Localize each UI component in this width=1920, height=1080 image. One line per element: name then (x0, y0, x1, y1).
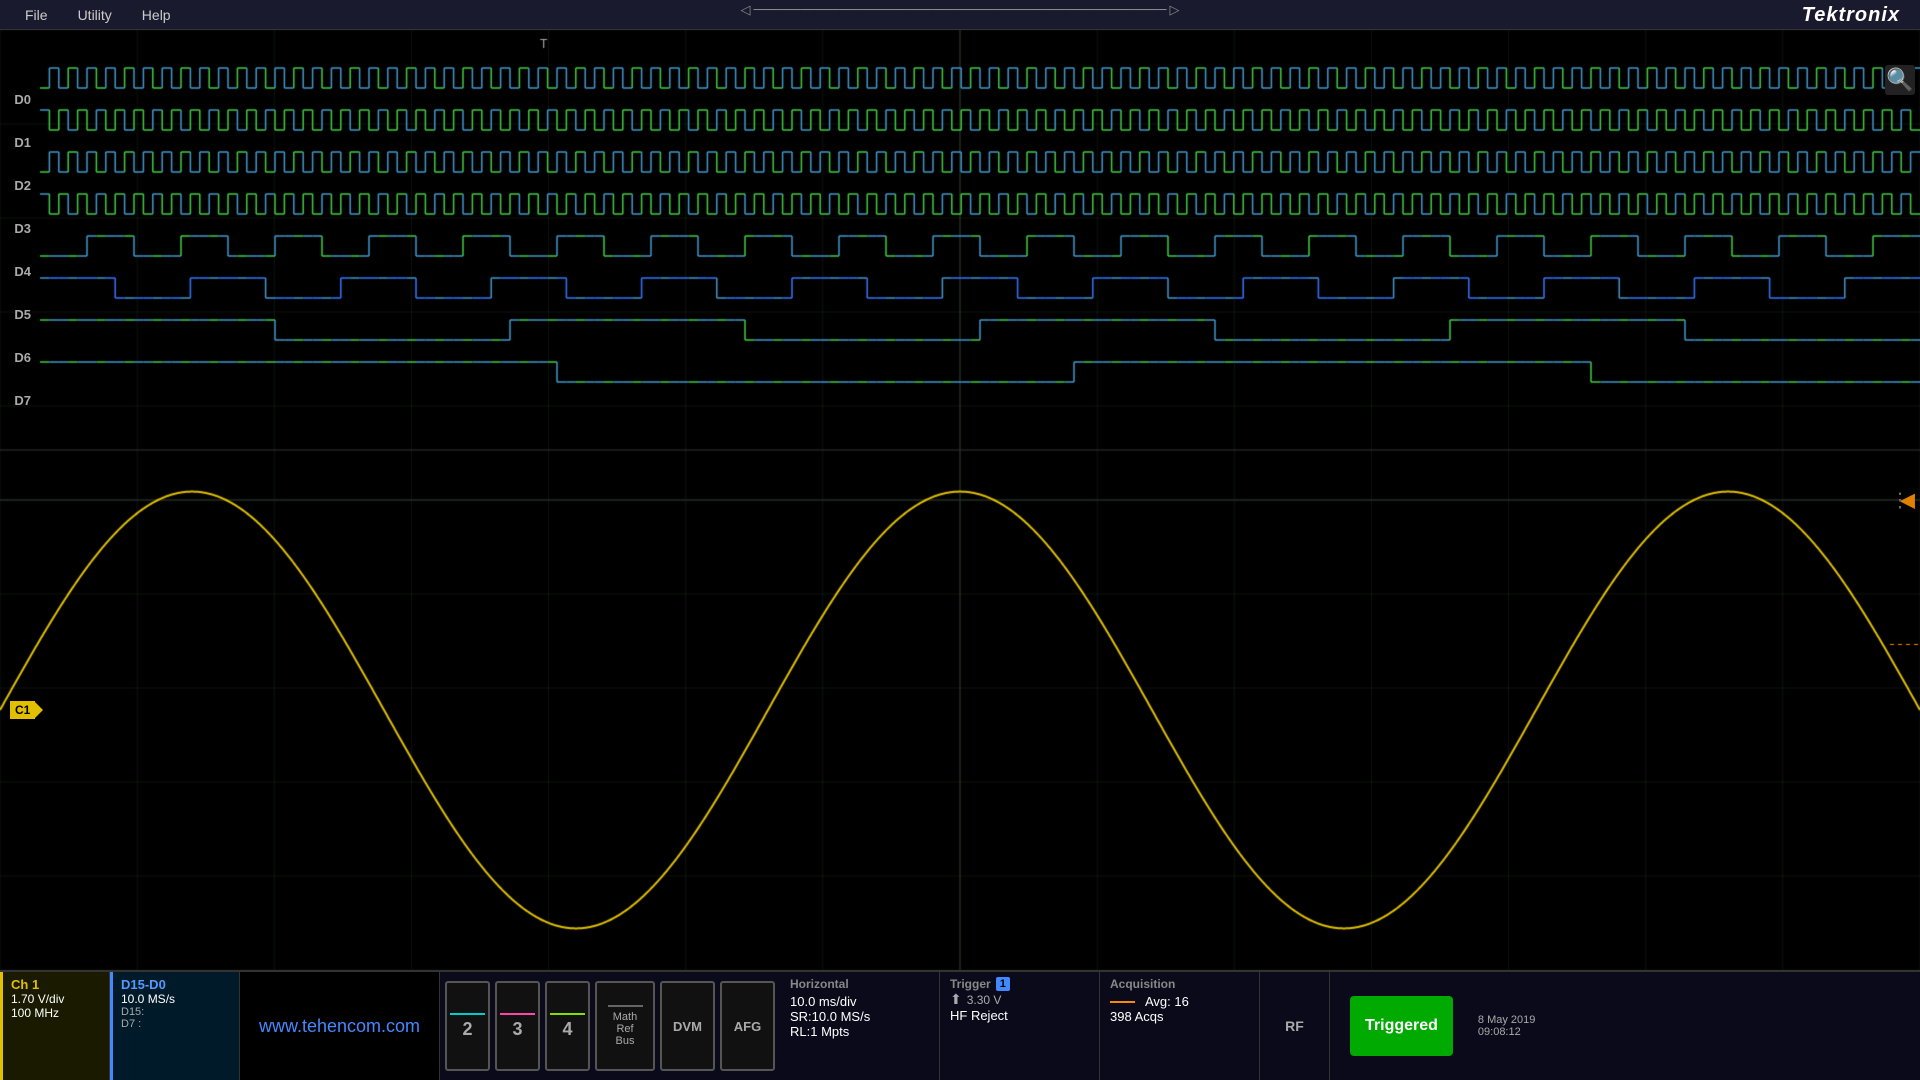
horizontal-record-length: RL:1 Mpts (790, 1024, 929, 1039)
status-bar: Ch 1 1.70 V/div 100 MHz D15-D0 10.0 MS/s… (0, 970, 1920, 1080)
rf-label: RF (1285, 1018, 1304, 1034)
d0-label: D0 (0, 92, 35, 107)
d4-label: D4 (0, 264, 35, 279)
help-menu[interactable]: Help (127, 0, 186, 29)
trigger-section: Trigger 1 ⬆ 3.30 V HF Reject (940, 972, 1100, 1080)
acquisition-title: Acquisition (1110, 977, 1249, 991)
website-url: www.tehencom.com (259, 1016, 420, 1037)
ch4-button[interactable]: 4 (545, 981, 590, 1071)
d7-label: D7 : (121, 1018, 231, 1030)
d6-label: D6 (0, 350, 35, 365)
d15-label: D15: (121, 1006, 231, 1018)
magnifier-icon[interactable]: 🔍 (1885, 65, 1915, 95)
horizontal-sample-rate: SR:10.0 MS/s (790, 1009, 929, 1024)
website-section: www.tehencom.com (240, 972, 440, 1080)
afg-label: AFG (734, 1019, 761, 1034)
utility-menu[interactable]: Utility (63, 0, 127, 29)
time-display: 09:08:12 (1478, 1026, 1535, 1038)
math-ref-bus-button[interactable]: Math Ref Bus (595, 981, 655, 1071)
vertical-dots-menu[interactable]: ⋮ (1890, 488, 1910, 513)
trigger-voltage: 3.30 V (967, 993, 1002, 1007)
horizontal-time-div: 10.0 ms/div (790, 994, 929, 1009)
c1-label: C1 (10, 701, 35, 719)
trigger-coupling: HF Reject (950, 1008, 1089, 1023)
channel-buttons-group: 2 3 4 Math Ref Bus DVM AFG (440, 972, 780, 1080)
trigger-title-text: Trigger (950, 977, 991, 991)
acquisition-section: Acquisition Avg: 16 398 Acqs (1100, 972, 1260, 1080)
d2-label: D2 (0, 178, 35, 193)
ch3-label: 3 (512, 1019, 522, 1040)
math-ref-bus-label: Math Ref Bus (613, 1011, 637, 1047)
ch4-label: 4 (562, 1019, 572, 1040)
tektronix-logo: Tektronix (1802, 4, 1900, 27)
ch3-button[interactable]: 3 (495, 981, 540, 1071)
dvm-label: DVM (673, 1019, 702, 1034)
dvm-button[interactable]: DVM (660, 981, 715, 1071)
acquisition-mode: Avg: 16 (1145, 994, 1189, 1009)
digital-area: D0 D1 D2 D3 D4 D5 D6 D7 (0, 30, 1890, 450)
ch2-button[interactable]: 2 (445, 981, 490, 1071)
d1-label: D1 (0, 135, 35, 150)
d15d0-sample-rate: 10.0 MS/s (121, 992, 231, 1006)
ch2-label: 2 (462, 1019, 472, 1040)
datetime-section: 8 May 2019 09:08:12 (1478, 1014, 1535, 1038)
date-display: 8 May 2019 (1478, 1014, 1535, 1026)
horizontal-title: Horizontal (790, 977, 929, 991)
file-menu[interactable]: File (10, 0, 63, 29)
rising-edge-icon: ⬆ (950, 991, 962, 1008)
rf-section: RF (1260, 972, 1330, 1080)
trigger-channel-badge: 1 (996, 977, 1010, 991)
trigger-edge: ⬆ 3.30 V (950, 991, 1089, 1008)
d15d0-section: D15-D0 10.0 MS/s D15: D7 : (110, 972, 240, 1080)
d5-label: D5 (0, 307, 35, 322)
d7-label: D7 (0, 393, 35, 408)
triggered-button[interactable]: Triggered (1350, 996, 1453, 1056)
menu-bar: File Utility Help ◁ ────────────────────… (0, 0, 1920, 30)
acquisition-count: 398 Acqs (1110, 1009, 1249, 1024)
triggered-area: Triggered (1330, 972, 1473, 1080)
afg-button[interactable]: AFG (720, 981, 775, 1071)
ch1-voltage-div: 1.70 V/div (11, 992, 101, 1006)
trigger-indicator: ◁ ──────────────────────────────────────… (740, 2, 1179, 18)
trigger-title: Trigger 1 (950, 977, 1089, 991)
d15d0-title: D15-D0 (121, 977, 231, 992)
horizontal-section: Horizontal 10.0 ms/div SR:10.0 MS/s RL:1… (780, 972, 940, 1080)
scope-display: D0 D1 D2 D3 D4 D5 D6 D7 C1 ◀ ⋮ 🔍 (0, 30, 1920, 970)
ch1-bandwidth: 100 MHz (11, 1006, 101, 1020)
ch1-title: Ch 1 (11, 977, 101, 992)
ch1-section: Ch 1 1.70 V/div 100 MHz (0, 972, 110, 1080)
d3-label: D3 (0, 221, 35, 236)
